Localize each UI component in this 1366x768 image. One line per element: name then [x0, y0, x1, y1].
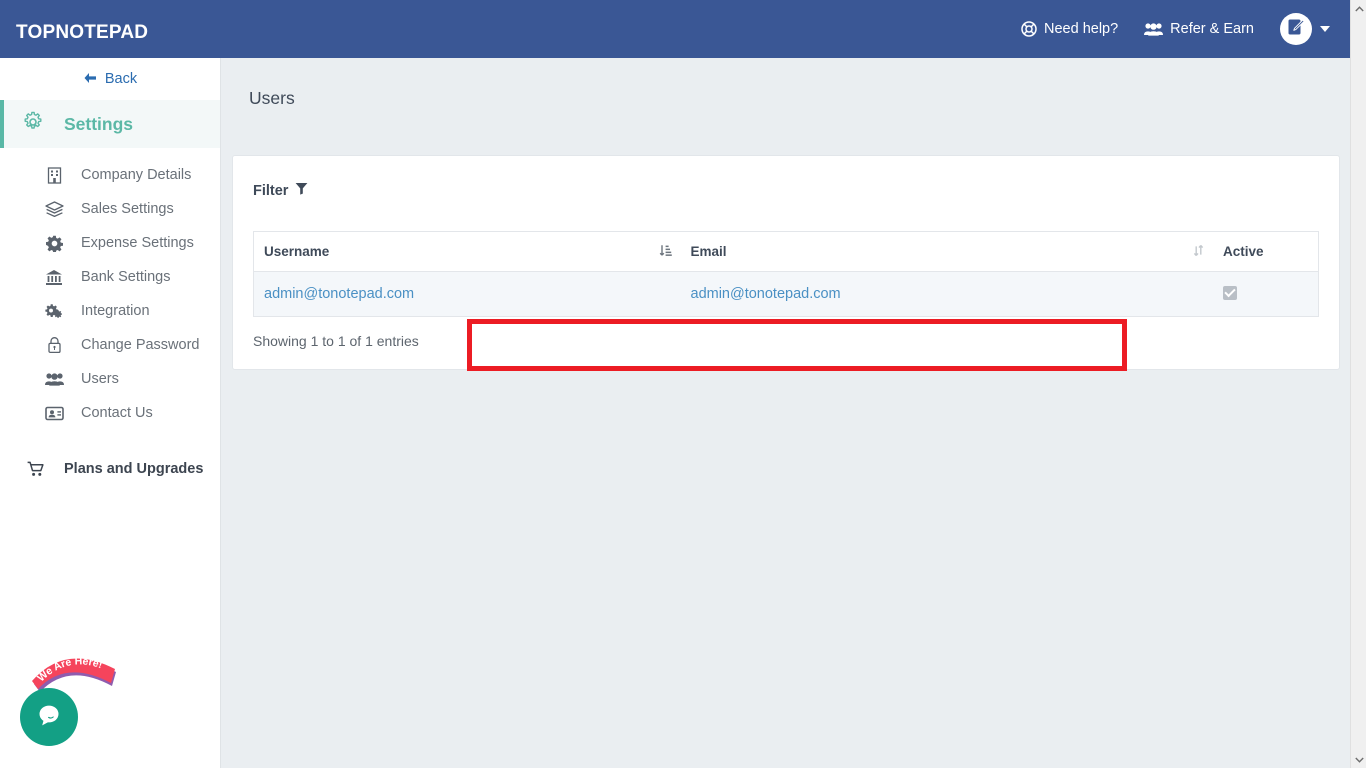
chevron-down-icon[interactable] — [1351, 751, 1366, 768]
arrow-left-icon — [83, 72, 97, 87]
cogs-icon — [44, 303, 64, 320]
chat-widget: We Are Here! — [20, 626, 150, 746]
sidebar-item-integration[interactable]: Integration — [0, 294, 220, 328]
users-card: Filter Username Email Active admin@tonot… — [232, 155, 1340, 370]
bank-icon — [44, 269, 64, 286]
cog-icon — [44, 235, 64, 252]
page-scrollbar[interactable] — [1350, 0, 1366, 768]
column-header-active[interactable]: Active — [1213, 231, 1319, 272]
sidebar-item-label: Change Password — [81, 337, 200, 353]
email-link[interactable]: admin@tonotepad.com — [691, 286, 841, 302]
cell-email: admin@tonotepad.com — [680, 271, 1213, 317]
id-card-icon — [44, 406, 64, 421]
sidebar-nav: Company Details Sales Settings Expense S… — [0, 148, 220, 430]
layers-icon — [44, 200, 64, 218]
gear-icon — [22, 111, 44, 138]
table-body: admin@tonotepad.com admin@tonotepad.com — [253, 271, 1319, 317]
refer-earn-label: Refer & Earn — [1170, 21, 1254, 37]
entries-info: Showing 1 to 1 of 1 entries — [253, 333, 419, 349]
top-header: TopNotepad Need help? — [0, 0, 1350, 58]
sidebar-item-label: Expense Settings — [81, 235, 194, 251]
avatar[interactable] — [1280, 13, 1312, 45]
table-head: Username Email Active — [253, 231, 1319, 272]
sidebar-item-change-password[interactable]: Change Password — [0, 328, 220, 362]
column-label: Username — [264, 244, 330, 259]
users-icon — [44, 372, 64, 386]
column-label: Email — [690, 244, 727, 259]
sidebar-item-company-details[interactable]: Company Details — [0, 158, 220, 192]
table-header-row: Username Email Active — [253, 231, 1319, 272]
sidebar-item-bank-settings[interactable]: Bank Settings — [0, 260, 220, 294]
main-content: Users Filter Username Email Active admin… — [221, 58, 1350, 768]
sidebar-item-label: Users — [81, 371, 119, 387]
sidebar-item-plans-and-upgrades[interactable]: Plans and Upgrades — [0, 452, 220, 486]
sidebar-item-label: Contact Us — [81, 405, 153, 421]
column-header-username[interactable]: Username — [253, 231, 681, 272]
account-menu[interactable] — [1280, 13, 1330, 45]
cell-active — [1213, 271, 1319, 317]
we-are-here-banner: We Are Here! — [28, 648, 124, 694]
sort-icon[interactable] — [1193, 244, 1204, 260]
sidebar-item-label: Plans and Upgrades — [64, 461, 204, 477]
filter-label: Filter — [253, 182, 289, 199]
brand-logo[interactable]: TopNotepad — [16, 15, 148, 43]
sidebar-item-expense-settings[interactable]: Expense Settings — [0, 226, 220, 260]
edit-note-icon — [1286, 17, 1306, 42]
sidebar-section-label: Settings — [64, 113, 134, 134]
page-title: Users — [249, 88, 295, 108]
building-icon — [44, 166, 64, 184]
sidebar-item-sales-settings[interactable]: Sales Settings — [0, 192, 220, 226]
need-help-label: Need help? — [1044, 21, 1119, 37]
caret-down-icon[interactable] — [1320, 26, 1330, 32]
shopping-cart-icon — [26, 461, 46, 477]
chat-button[interactable] — [20, 688, 78, 746]
life-ring-icon — [1021, 21, 1037, 37]
users-icon — [1144, 22, 1164, 36]
sidebar-item-users[interactable]: Users — [0, 362, 220, 396]
sidebar-item-label: Sales Settings — [81, 201, 174, 217]
app-root: TopNotepad Need help? — [0, 0, 1366, 768]
column-header-email[interactable]: Email — [680, 231, 1213, 272]
chevron-up-icon[interactable] — [1351, 0, 1366, 17]
checkbox-checked-disabled-icon[interactable] — [1223, 286, 1237, 300]
sidebar-item-label: Company Details — [81, 167, 192, 183]
sort-amount-asc-icon[interactable] — [659, 244, 672, 260]
filter-toggle[interactable]: Filter — [253, 182, 1319, 199]
funnel-icon — [295, 182, 308, 199]
username-link[interactable]: admin@tonotepad.com — [264, 286, 414, 302]
header-actions: Need help? Refer & Earn — [1021, 13, 1350, 45]
need-help-link[interactable]: Need help? — [1021, 21, 1118, 37]
users-table: Username Email Active admin@tonotepad.co… — [253, 231, 1319, 317]
sidebar-section-settings[interactable]: Settings — [0, 100, 220, 148]
lock-icon — [44, 336, 64, 354]
back-label: Back — [104, 71, 138, 87]
chat-bubble-icon — [36, 703, 62, 732]
cell-username: admin@tonotepad.com — [253, 271, 681, 317]
column-label: Active — [1223, 244, 1264, 259]
table-row[interactable]: admin@tonotepad.com admin@tonotepad.com — [253, 271, 1319, 317]
sidebar-item-label: Integration — [81, 303, 150, 319]
back-button[interactable]: Back — [0, 58, 220, 100]
sidebar-item-contact-us[interactable]: Contact Us — [0, 396, 220, 430]
refer-earn-link[interactable]: Refer & Earn — [1144, 21, 1254, 37]
sidebar-item-label: Bank Settings — [81, 269, 171, 285]
